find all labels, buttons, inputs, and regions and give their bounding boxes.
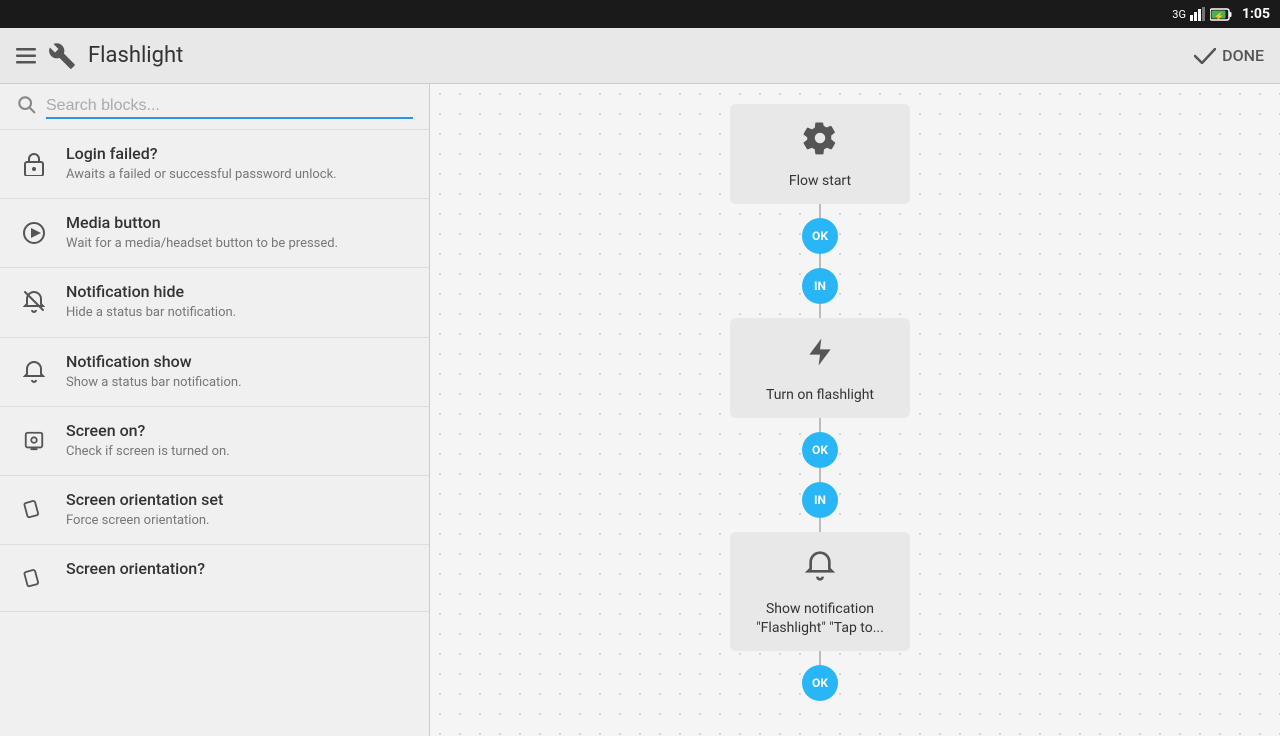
connector-line <box>819 304 821 318</box>
item-desc: Force screen orientation. <box>66 512 223 530</box>
list-item[interactable]: Screen on? Check if screen is turned on. <box>0 407 429 476</box>
header: Flashlight DONE <box>0 28 1280 84</box>
wrench-icon <box>48 42 76 70</box>
list-item[interactable]: Media button Wait for a media/headset bu… <box>0 199 429 268</box>
connector-in-1: IN <box>802 268 838 318</box>
lock-icon <box>16 146 52 182</box>
orientation-icon <box>16 561 52 597</box>
signal-icon: 3G <box>1172 8 1186 21</box>
item-title: Login failed? <box>66 144 337 163</box>
item-title: Screen orientation set <box>66 490 223 509</box>
item-desc: Hide a status bar notification. <box>66 304 236 322</box>
header-left: Flashlight <box>16 42 183 70</box>
item-title: Screen orientation? <box>66 559 205 578</box>
list-item[interactable]: Screen orientation set Force screen orie… <box>0 476 429 545</box>
connector-ok-3: OK <box>802 651 838 701</box>
list-item[interactable]: Login failed? Awaits a failed or success… <box>0 130 429 199</box>
orientation-set-icon <box>16 492 52 528</box>
play-icon <box>16 215 52 251</box>
flow-container: Flow start OK IN Turn on flash <box>730 104 910 701</box>
list-item[interactable]: Notification show Show a status bar noti… <box>0 338 429 407</box>
battery-icon: ⚡ <box>1210 8 1232 21</box>
node-label: Show notification"Flashlight" "Tap to... <box>756 600 884 636</box>
in-badge: IN <box>802 482 838 518</box>
ok-badge: OK <box>802 218 838 254</box>
connector-line <box>819 254 821 268</box>
done-button[interactable]: DONE <box>1194 46 1264 65</box>
connector-ok-2: OK <box>802 418 838 482</box>
done-label: DONE <box>1222 46 1264 65</box>
svg-text:⚡: ⚡ <box>1214 11 1224 21</box>
item-title: Notification hide <box>66 282 236 301</box>
signal-bars-icon <box>1190 7 1206 21</box>
main-layout: Login failed? Awaits a failed or success… <box>0 84 1280 736</box>
power-icon <box>16 423 52 459</box>
sidebar-list: Login failed? Awaits a failed or success… <box>0 130 429 736</box>
status-time: 1:05 <box>1242 6 1270 22</box>
canvas-area[interactable]: Flow start OK IN Turn on flash <box>430 84 1280 736</box>
item-desc: Awaits a failed or successful password u… <box>66 166 337 184</box>
item-desc: Check if screen is turned on. <box>66 443 230 461</box>
bell-slash-icon <box>16 284 52 320</box>
search-input[interactable] <box>46 95 413 119</box>
item-title: Screen on? <box>66 421 230 440</box>
search-bar <box>0 84 429 130</box>
list-item[interactable]: Notification hide Hide a status bar noti… <box>0 268 429 337</box>
flow-node-start[interactable]: Flow start <box>730 104 910 204</box>
checkmark-icon <box>1194 48 1216 64</box>
status-icons: 3G ⚡ 1:05 <box>1172 6 1270 22</box>
item-desc: Show a status bar notification. <box>66 374 242 392</box>
ok-badge: OK <box>802 665 838 701</box>
search-icon <box>16 94 36 119</box>
connector-line <box>819 468 821 482</box>
flash-icon <box>804 334 836 378</box>
list-item[interactable]: Screen orientation? <box>0 545 429 612</box>
connector-line <box>819 204 821 218</box>
bell-icon <box>16 354 52 390</box>
gear-icon <box>802 120 838 164</box>
node-label: Flow start <box>789 172 851 190</box>
connector-ok-1: OK <box>802 204 838 268</box>
connector-in-2: IN <box>802 482 838 532</box>
status-bar: 3G ⚡ 1:05 <box>0 0 1280 28</box>
item-title: Notification show <box>66 352 242 371</box>
item-title: Media button <box>66 213 338 232</box>
connector-line <box>819 418 821 432</box>
item-desc: Wait for a media/headset button to be pr… <box>66 235 338 253</box>
connector-line <box>819 651 821 665</box>
hamburger-icon[interactable] <box>16 48 36 64</box>
in-badge: IN <box>802 268 838 304</box>
flow-node-notification[interactable]: Show notification"Flashlight" "Tap to... <box>730 532 910 650</box>
bell-icon <box>804 548 836 592</box>
flow-node-flashlight[interactable]: Turn on flashlight <box>730 318 910 418</box>
page-title: Flashlight <box>88 43 183 68</box>
node-label: Turn on flashlight <box>766 386 874 404</box>
ok-badge: OK <box>802 432 838 468</box>
connector-line <box>819 518 821 532</box>
sidebar: Login failed? Awaits a failed or success… <box>0 84 430 736</box>
